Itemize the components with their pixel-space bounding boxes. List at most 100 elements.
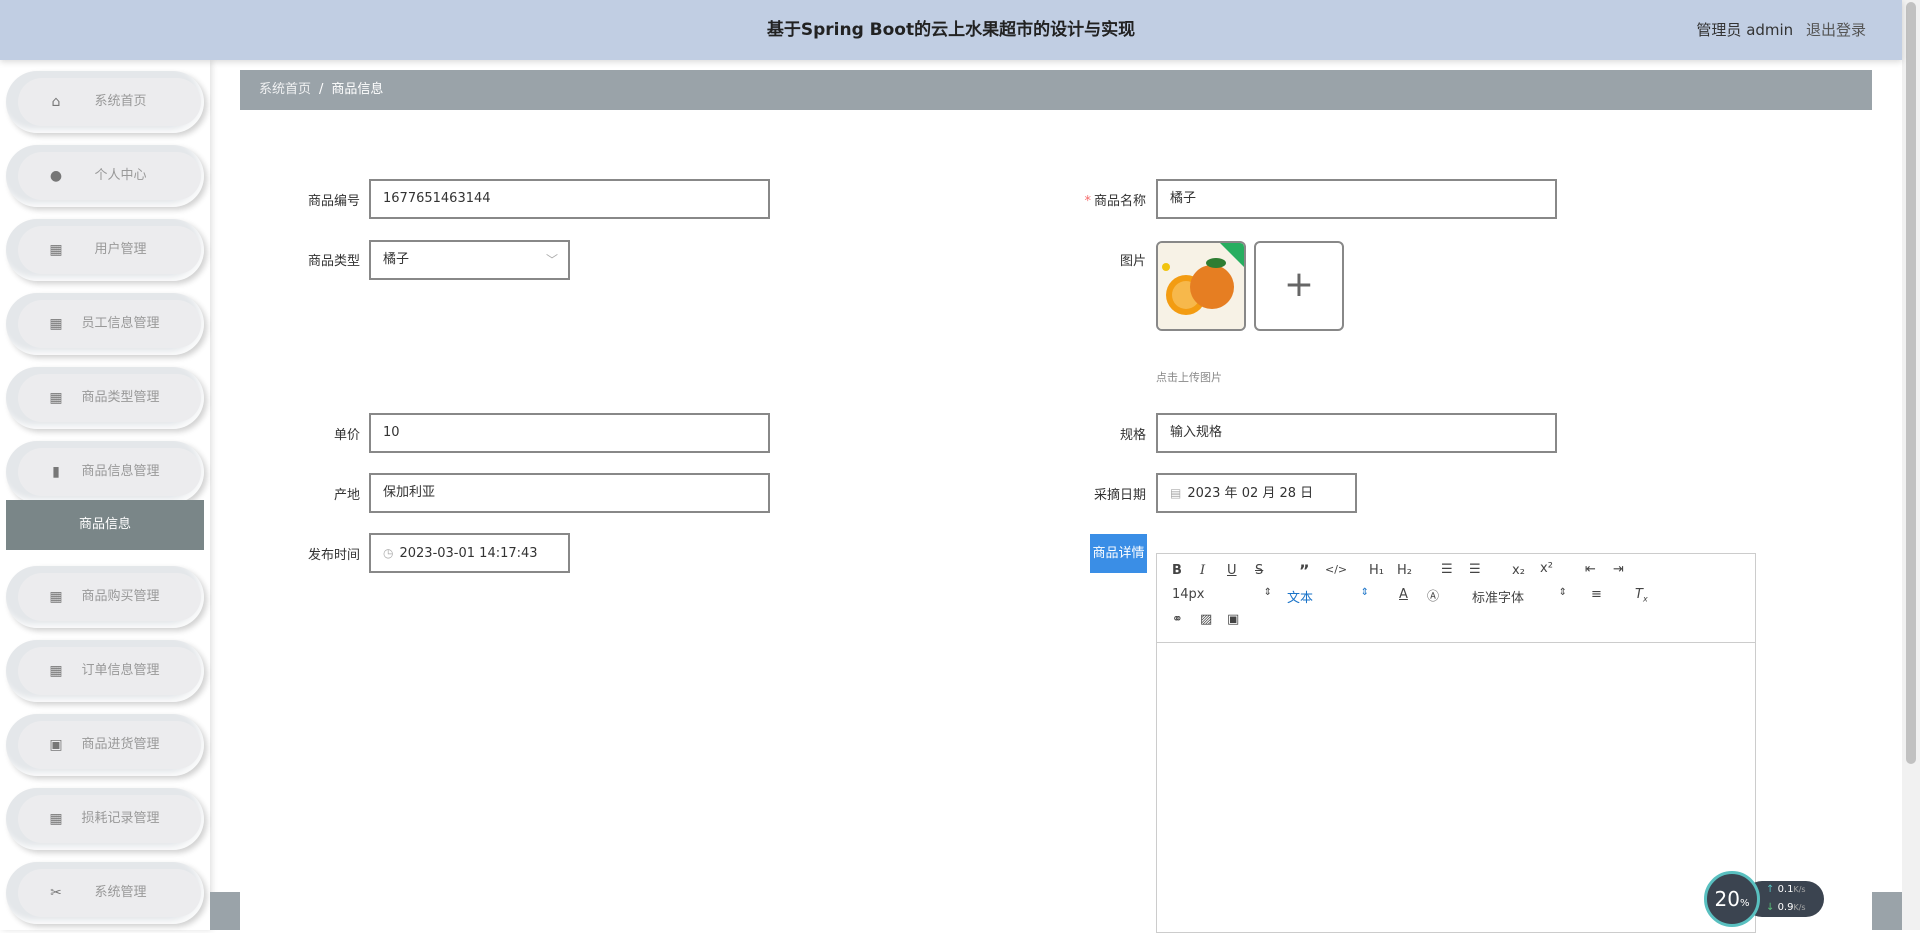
sidebar-item-label: 系统首页 — [94, 94, 147, 109]
type-label: 商品类型 — [307, 254, 360, 269]
sidebar-item-label: 用户管理 — [94, 242, 147, 257]
align-icon[interactable]: ≡ — [1591, 587, 1602, 602]
subscript-icon[interactable]: x₂ — [1512, 563, 1525, 578]
bullet-list-icon[interactable]: ☰ — [1469, 562, 1481, 577]
link-icon[interactable]: ⚭ — [1172, 612, 1183, 627]
rich-text-editor[interactable]: B I U S ” </> H₁ H₂ ☰ ☰ x₂ x² ⇤ ⇥ 14px ⇕ … — [1156, 553, 1756, 933]
logout-link[interactable]: 退出登录 — [1806, 21, 1866, 39]
underline-icon[interactable]: U — [1227, 563, 1237, 578]
required-mark: * — [1084, 194, 1091, 209]
name-label: * 商品名称 — [1060, 190, 1146, 209]
name-label-text: 商品名称 — [1093, 194, 1146, 209]
sidebar-item-users[interactable]: ▦ 用户管理 — [6, 219, 204, 281]
cpu-percent-circle: 20% — [1704, 871, 1760, 927]
header-select-value: 文本 — [1287, 591, 1314, 606]
sidebar-item-label: 订单信息管理 — [81, 663, 160, 678]
price-label: 单价 — [333, 428, 360, 443]
sidebar-item-loss-records[interactable]: ▦ 损耗记录管理 — [6, 788, 204, 850]
spec-label: 规格 — [1119, 428, 1146, 443]
breadcrumb-home[interactable]: 系统首页 — [259, 82, 311, 97]
publish-time-value: 2023-03-01 14:17:43 — [399, 546, 538, 561]
chevron-down-icon: ﹀ — [545, 253, 558, 267]
clock-icon: ◷ — [383, 546, 394, 560]
breadcrumb-separator: / — [319, 82, 324, 97]
superscript-icon[interactable]: x² — [1540, 561, 1553, 576]
updown-icon: ⇕ — [1558, 587, 1567, 598]
cpu-percent: 20 — [1714, 887, 1740, 911]
sidebar-item-home[interactable]: ⌂ 系统首页 — [6, 71, 204, 133]
code-block-icon[interactable]: </> — [1325, 563, 1347, 576]
sidebar-item-profile[interactable]: ● 个人中心 — [6, 145, 204, 207]
page-scrollbar[interactable] — [1902, 0, 1920, 930]
sidebar-item-label: 商品类型管理 — [81, 390, 160, 405]
spec-field[interactable]: 输入规格 — [1156, 413, 1557, 453]
bottom-bar-left — [210, 892, 240, 930]
breadcrumb-current: 商品信息 — [331, 82, 384, 97]
sidebar-item-label: 员工信息管理 — [81, 316, 160, 331]
user-area: 管理员 admin 退出登录 — [1696, 0, 1866, 60]
outdent-icon[interactable]: ⇤ — [1585, 562, 1596, 577]
sidebar-item-label: 商品购买管理 — [81, 589, 160, 604]
plus-icon: + — [1283, 264, 1315, 305]
sidebar-item-label: 损耗记录管理 — [81, 811, 160, 826]
video-icon[interactable]: ▣ — [1227, 612, 1239, 627]
name-field[interactable]: 橘子 — [1156, 179, 1557, 219]
font-color-icon[interactable]: A — [1399, 587, 1408, 602]
sidebar-item-orders[interactable]: ▦ 订单信息管理 — [6, 640, 204, 702]
sidebar-item-stock-in[interactable]: ▣ 商品进货管理 — [6, 714, 204, 776]
scrollbar-thumb[interactable] — [1906, 2, 1916, 764]
image-label: 图片 — [1119, 254, 1146, 269]
strike-icon[interactable]: S — [1255, 563, 1263, 578]
heading1-icon[interactable]: H₁ — [1369, 563, 1384, 578]
font-size-select[interactable]: 14px ⇕ — [1172, 587, 1272, 602]
price-field[interactable]: 10 — [369, 413, 770, 453]
background-color-icon[interactable]: Ⓐ — [1427, 587, 1439, 604]
submenu-item-product-info[interactable]: 商品信息 — [6, 500, 204, 550]
type-select-value: 橘子 — [383, 252, 410, 267]
updown-icon: ⇕ — [1360, 587, 1369, 598]
app-title: 基于Spring Boot的云上水果超市的设计与实现 — [766, 20, 1136, 40]
indent-icon[interactable]: ⇥ — [1613, 562, 1624, 577]
percent-unit: % — [1739, 898, 1750, 909]
bottom-bar-right — [1872, 892, 1902, 930]
publish-time-field[interactable]: ◷ 2023-03-01 14:17:43 — [369, 533, 570, 573]
uploaded-image-thumbnail[interactable] — [1156, 241, 1246, 331]
pick-date-label: 采摘日期 — [1093, 488, 1146, 503]
blockquote-icon[interactable]: ” — [1299, 561, 1310, 580]
sidebar-item-label: 个人中心 — [94, 168, 147, 183]
code-field[interactable]: 1677651463144 — [369, 179, 770, 219]
sidebar-item-system[interactable]: ✂ 系统管理 — [6, 862, 204, 924]
pick-date-value: 2023 年 02 月 28 日 — [1187, 486, 1314, 501]
network-speed-widget[interactable]: ↑ 0.1K/s ↓ 0.9K/s 20% — [1704, 871, 1824, 927]
add-image-button[interactable]: + — [1254, 241, 1344, 331]
publish-label: 发布时间 — [307, 548, 360, 563]
font-family-value: 标准字体 — [1472, 591, 1525, 606]
sidebar-item-product-types[interactable]: ▦ 商品类型管理 — [6, 367, 204, 429]
sidebar-item-product-info[interactable]: ▮ 商品信息管理 — [6, 441, 204, 503]
sidebar-item-label: 商品进货管理 — [81, 737, 160, 752]
sidebar-item-purchases[interactable]: ▦ 商品购买管理 — [6, 566, 204, 628]
type-select[interactable]: 橘子 ﹀ — [369, 240, 570, 280]
image-icon[interactable]: ▨ — [1200, 612, 1212, 627]
italic-icon[interactable]: I — [1200, 563, 1205, 578]
sidebar-item-label: 商品信息管理 — [81, 464, 160, 479]
ordered-list-icon[interactable]: ☰ — [1441, 562, 1453, 577]
heading2-icon[interactable]: H₂ — [1397, 563, 1412, 578]
clear-format-icon[interactable]: Tx — [1635, 587, 1648, 604]
bold-icon[interactable]: B — [1172, 563, 1182, 578]
font-size-value: 14px — [1172, 587, 1205, 602]
calendar-icon: ▤ — [1170, 486, 1182, 500]
pick-date-field[interactable]: ▤ 2023 年 02 月 28 日 — [1156, 473, 1357, 513]
font-family-select[interactable]: 标准字体 ⇕ — [1472, 587, 1567, 606]
editor-toolbar: B I U S ” </> H₁ H₂ ☰ ☰ x₂ x² ⇤ ⇥ 14px ⇕ … — [1157, 554, 1755, 643]
upload-tip: 点击上传图片 — [1156, 371, 1222, 384]
sidebar-item-staff[interactable]: ▦ 员工信息管理 — [6, 293, 204, 355]
breadcrumb: 系统首页 / 商品信息 — [240, 70, 1872, 110]
origin-label: 产地 — [333, 488, 360, 503]
code-label: 商品编号 — [307, 194, 360, 209]
header-select[interactable]: 文本 ⇕ — [1287, 587, 1369, 606]
updown-icon: ⇕ — [1263, 587, 1272, 598]
origin-field[interactable]: 保加利亚 — [369, 473, 770, 513]
top-header: 基于Spring Boot的云上水果超市的设计与实现 管理员 admin 退出登… — [0, 0, 1902, 60]
product-detail-label-button[interactable]: 商品详情 — [1090, 534, 1147, 573]
